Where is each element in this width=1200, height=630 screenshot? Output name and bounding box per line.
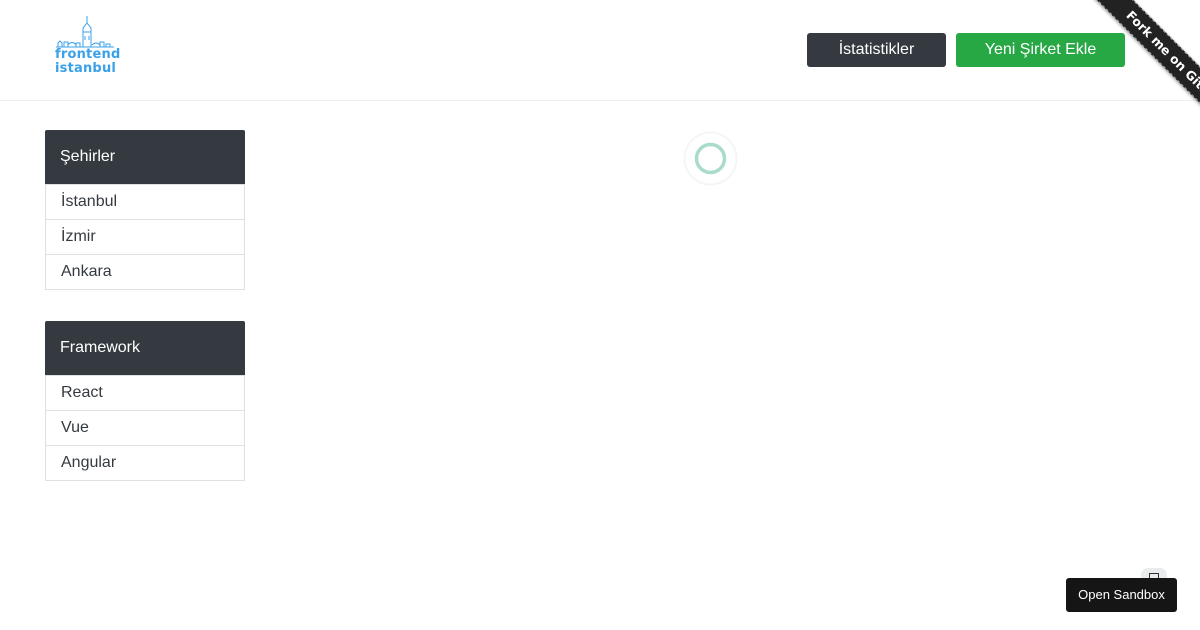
- city-item-ankara[interactable]: Ankara: [45, 255, 245, 290]
- open-sandbox-button[interactable]: Open Sandbox: [1066, 578, 1177, 612]
- city-item-izmir[interactable]: İzmir: [45, 220, 245, 255]
- framework-item-vue[interactable]: Vue: [45, 411, 245, 446]
- frameworks-card: Framework React Vue Angular: [45, 321, 245, 481]
- cities-card: Şehirler İstanbul İzmir Ankara: [45, 130, 245, 290]
- framework-item-react[interactable]: React: [45, 375, 245, 411]
- statistics-button[interactable]: İstatistikler: [807, 33, 946, 67]
- city-item-istanbul[interactable]: İstanbul: [45, 184, 245, 220]
- logo-wordmark: frontend istanbul: [55, 48, 120, 76]
- cities-card-title: Şehirler: [45, 130, 245, 184]
- fork-on-github-link[interactable]: Fork me on GitHub: [1088, 0, 1200, 147]
- logo-line-frontend: frontend: [55, 47, 121, 62]
- frontend-istanbul-logo[interactable]: frontend istanbul: [52, 14, 120, 80]
- frameworks-card-title: Framework: [45, 321, 245, 375]
- site-header: frontend istanbul İstatistikler Yeni Şir…: [0, 0, 1200, 101]
- loading-spinner-icon: [683, 131, 738, 186]
- page: frontend istanbul İstatistikler Yeni Şir…: [0, 0, 1200, 630]
- galata-tower-skyline-icon: [56, 16, 114, 48]
- github-ribbon: Fork me on GitHub: [1051, 0, 1200, 149]
- framework-item-angular[interactable]: Angular: [45, 446, 245, 481]
- logo-line-istanbul: istanbul: [55, 61, 117, 76]
